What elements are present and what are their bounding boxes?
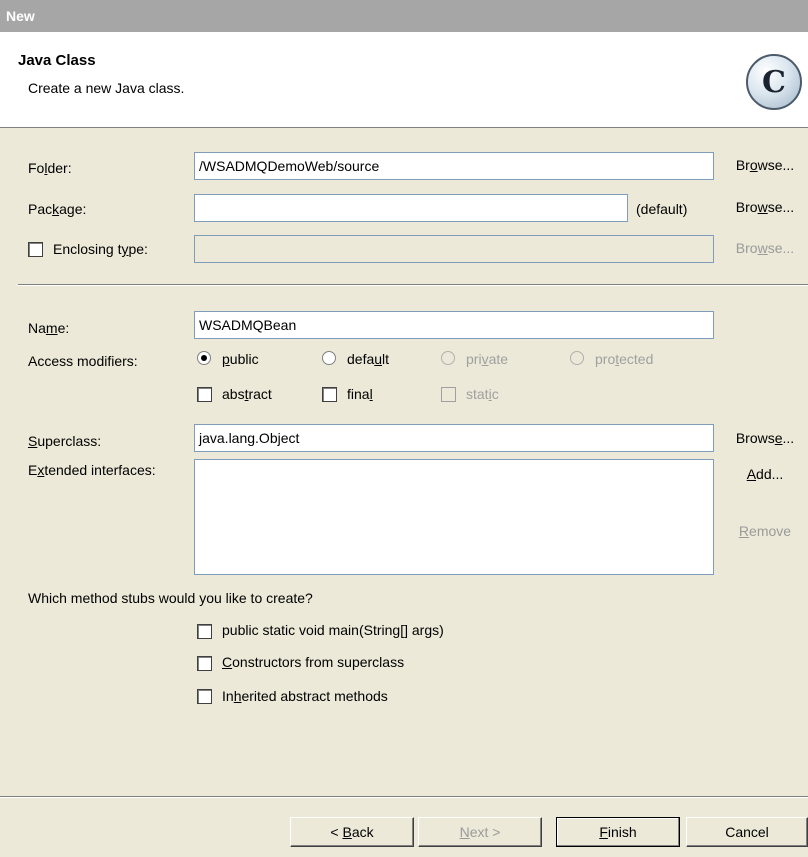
window-title: New [0, 0, 808, 32]
radio-selected-dot [201, 355, 207, 361]
package-input[interactable] [194, 194, 628, 222]
folder-label: Folder: [28, 160, 72, 176]
abstract-label: abstract [222, 386, 272, 402]
back-button[interactable]: < Back [290, 817, 414, 847]
folder-input[interactable]: /WSADMQDemoWeb/source [194, 152, 714, 180]
radio-private [441, 351, 455, 365]
radio-default[interactable] [322, 351, 336, 365]
abstract-checkbox[interactable] [197, 387, 212, 402]
enclosing-type-label: Enclosing type: [53, 241, 148, 257]
access-modifiers-label: Access modifiers: [28, 353, 138, 369]
superclass-label: Superclass: [28, 433, 102, 449]
final-checkbox[interactable] [322, 387, 337, 402]
inherited-methods-checkbox[interactable] [197, 689, 212, 704]
name-input[interactable]: WSADMQBean [194, 311, 714, 339]
package-default-label: (default) [636, 201, 688, 217]
wizard-header: Java Class Create a new Java class. C [0, 32, 808, 128]
interfaces-list[interactable] [194, 459, 714, 575]
name-label: Name: [28, 320, 70, 336]
package-label: Package: [28, 201, 87, 217]
static-checkbox [441, 387, 456, 402]
constructors-checkbox[interactable] [197, 656, 212, 671]
static-label: static [466, 386, 499, 402]
finish-button[interactable]: Finish [556, 817, 680, 847]
footer-divider [0, 796, 808, 798]
next-button: Next > [418, 817, 542, 847]
enclosing-browse-button: Browse... [722, 234, 808, 264]
class-icon-letter: C [762, 64, 786, 100]
page-title: Java Class [18, 52, 96, 69]
section-divider [18, 284, 808, 286]
method-stubs-question: Which method stubs would you like to cre… [28, 590, 313, 606]
java-class-icon: C [746, 54, 802, 110]
constructors-label: Constructors from superclass [222, 654, 405, 670]
interfaces-label: Extended interfaces: [28, 462, 156, 478]
folder-browse-button[interactable]: Browse... [722, 151, 808, 181]
final-label: final [347, 386, 373, 402]
radio-protected [570, 351, 584, 365]
inherited-methods-label: Inherited abstract methods [222, 688, 388, 704]
cancel-button[interactable]: Cancel [686, 817, 808, 847]
superclass-browse-button[interactable]: Browse... [722, 424, 808, 454]
package-browse-button[interactable]: Browse... [722, 193, 808, 223]
main-method-checkbox[interactable] [197, 624, 212, 639]
radio-public[interactable] [197, 351, 211, 365]
remove-interface-button: Remove [722, 517, 808, 547]
radio-default-label: default [347, 351, 390, 367]
radio-private-label: private [466, 351, 509, 367]
add-interface-button[interactable]: Add... [722, 460, 808, 490]
enclosing-type-input [194, 235, 714, 263]
page-description: Create a new Java class. [28, 80, 185, 96]
main-method-label: public static void main(String[] args) [222, 622, 444, 638]
superclass-input[interactable]: java.lang.Object [194, 424, 714, 452]
radio-protected-label: protected [595, 351, 654, 367]
radio-public-label: public [222, 351, 259, 367]
enclosing-type-checkbox[interactable] [28, 242, 43, 257]
